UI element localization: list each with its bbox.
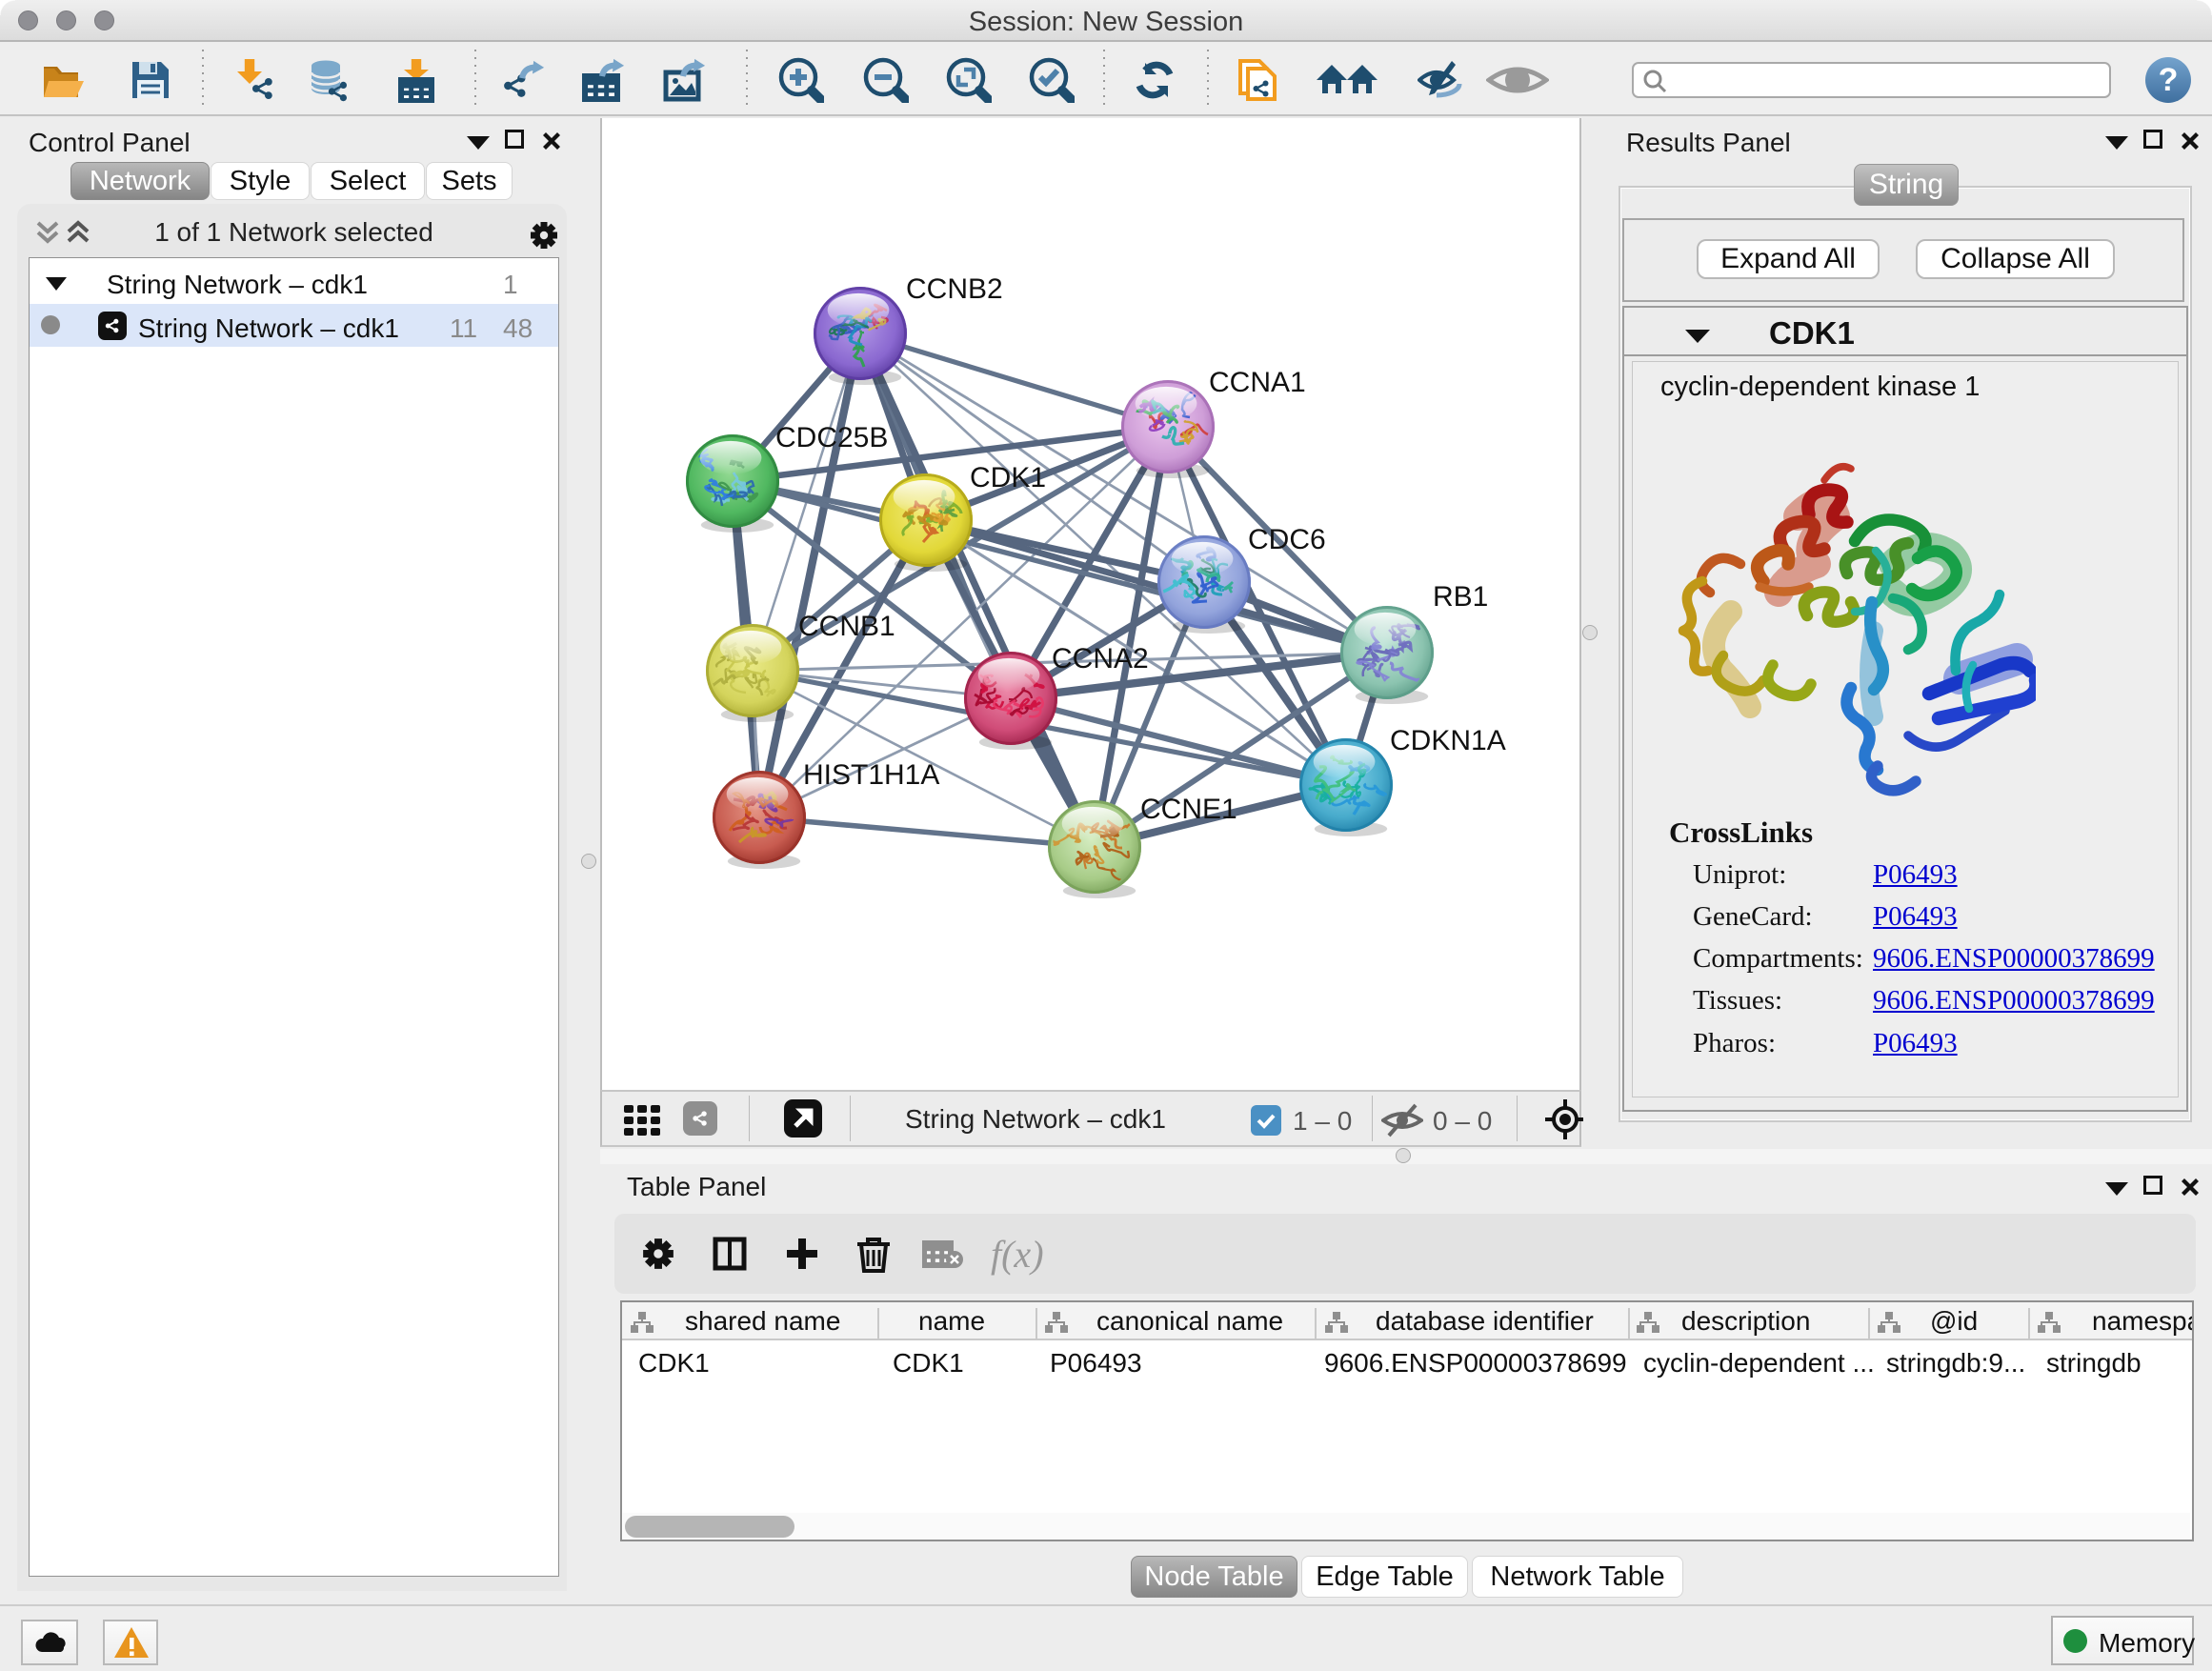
svg-text:RB1: RB1 (1433, 581, 1488, 613)
svg-text:CDK1: CDK1 (970, 462, 1046, 493)
svg-text:CCNB1: CCNB1 (798, 611, 895, 642)
svg-text:CCNA1: CCNA1 (1209, 367, 1306, 398)
svg-text:CCNB2: CCNB2 (906, 273, 1003, 305)
svg-text:CCNE1: CCNE1 (1140, 794, 1237, 825)
svg-text:HIST1H1A: HIST1H1A (803, 759, 939, 791)
svg-text:CDKN1A: CDKN1A (1390, 725, 1506, 756)
svg-text:CDC6: CDC6 (1248, 524, 1326, 555)
svg-text:CCNA2: CCNA2 (1052, 643, 1149, 674)
svg-text:CDC25B: CDC25B (775, 422, 888, 453)
